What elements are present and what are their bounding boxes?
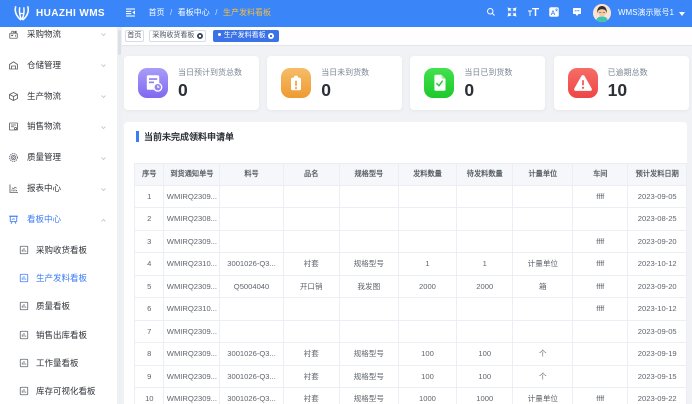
svg-text:A: A (551, 10, 556, 17)
